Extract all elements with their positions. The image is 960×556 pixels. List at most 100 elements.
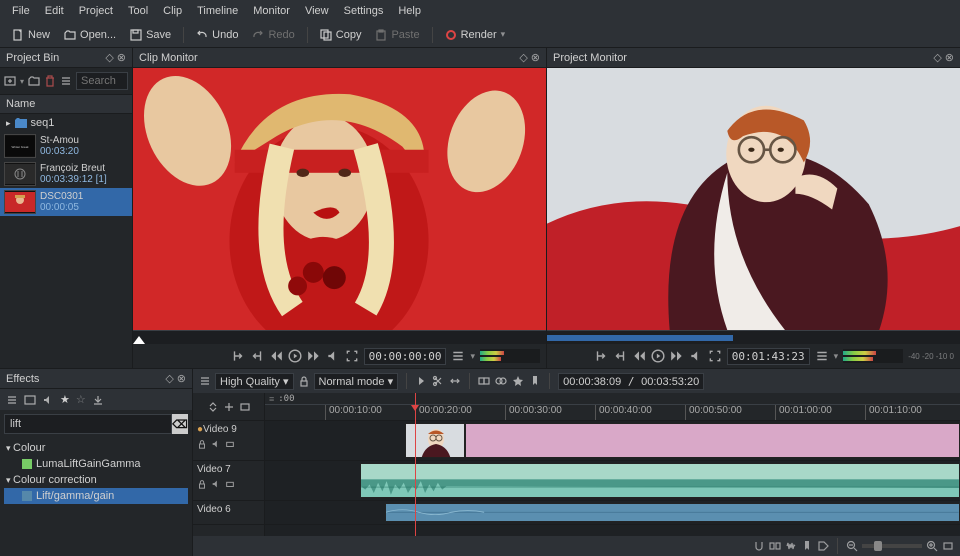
clip-monitor-scrubber[interactable] bbox=[133, 330, 546, 344]
mute-icon[interactable] bbox=[211, 479, 221, 489]
open-button[interactable]: Open... bbox=[58, 27, 122, 43]
delete-icon[interactable] bbox=[44, 75, 56, 87]
project-monitor-scrubber[interactable] bbox=[547, 330, 960, 344]
zoom-slider[interactable] bbox=[862, 544, 922, 548]
play-icon[interactable] bbox=[651, 349, 665, 363]
set-out-icon[interactable] bbox=[250, 349, 264, 363]
lock-icon[interactable] bbox=[298, 375, 310, 387]
track-lane[interactable]: Volume (keyframable) bbox=[265, 461, 960, 501]
track-tool-icon[interactable] bbox=[223, 401, 235, 413]
mix-icon[interactable] bbox=[495, 375, 507, 387]
menu-project[interactable]: Project bbox=[73, 3, 119, 19]
clip-monitor-view[interactable] bbox=[133, 68, 546, 330]
track-header[interactable]: Video 7 bbox=[193, 461, 264, 501]
menu-file[interactable]: File bbox=[6, 3, 36, 19]
lock-icon[interactable] bbox=[197, 479, 207, 489]
project-timecode[interactable]: 00:01:43:23 bbox=[727, 348, 810, 365]
main-effects-icon[interactable] bbox=[6, 394, 18, 406]
menu-tool[interactable]: Tool bbox=[122, 3, 154, 19]
track-lane[interactable] bbox=[265, 421, 960, 461]
chevron-down-icon[interactable]: ▾ bbox=[834, 351, 839, 362]
clear-search-icon[interactable]: ⌫ bbox=[172, 414, 188, 434]
menu-settings[interactable]: Settings bbox=[338, 3, 390, 19]
panel-close-icon[interactable]: ⊗ bbox=[117, 51, 126, 64]
bin-item[interactable]: DSC030100:00:05 bbox=[0, 188, 132, 216]
copy-button[interactable]: Copy bbox=[314, 27, 368, 43]
panel-float-icon[interactable]: ◇ bbox=[519, 51, 527, 64]
menu-view[interactable]: View bbox=[299, 3, 335, 19]
zoom-out-icon[interactable] bbox=[846, 540, 858, 552]
track-header[interactable]: ●Video 9 bbox=[193, 421, 264, 461]
waveforms-icon[interactable] bbox=[785, 540, 797, 552]
download-icon[interactable] bbox=[92, 394, 104, 406]
set-in-icon[interactable] bbox=[231, 349, 245, 363]
list-view-icon[interactable] bbox=[60, 75, 72, 87]
rewind-icon[interactable] bbox=[269, 349, 283, 363]
tool-spacer-icon[interactable] bbox=[449, 375, 461, 387]
timeline-tracks[interactable]: ≡ :00 00:00:10:00 00:00:20:00 00:00:30:0… bbox=[265, 393, 960, 536]
menu-monitor[interactable]: Monitor bbox=[247, 3, 296, 19]
panel-close-icon[interactable]: ⊗ bbox=[945, 51, 954, 64]
panel-float-icon[interactable]: ◇ bbox=[105, 51, 113, 64]
menu-icon[interactable] bbox=[451, 349, 465, 363]
timeline-clip[interactable] bbox=[405, 423, 465, 458]
bin-item[interactable]: Françoiz Breut00:03:39:12 [1] bbox=[0, 160, 132, 188]
markers-icon[interactable] bbox=[801, 540, 813, 552]
fullscreen-icon[interactable] bbox=[708, 349, 722, 363]
timeline-clip[interactable]: Volume (keyframable) bbox=[360, 463, 960, 498]
zoom-in-icon[interactable] bbox=[926, 540, 938, 552]
forward-icon[interactable] bbox=[670, 349, 684, 363]
clip-timecode[interactable]: 00:00:00:00 bbox=[364, 348, 447, 365]
timeline-menu-icon[interactable] bbox=[199, 375, 211, 387]
menu-edit[interactable]: Edit bbox=[39, 3, 70, 19]
fullscreen-icon[interactable] bbox=[345, 349, 359, 363]
track-lane[interactable] bbox=[265, 501, 960, 525]
bin-sequence-row[interactable]: ▸ seq1 bbox=[0, 114, 132, 132]
composition-icon[interactable] bbox=[478, 375, 490, 387]
bin-column-header[interactable]: Name bbox=[0, 94, 132, 114]
favorite-icon[interactable] bbox=[512, 375, 524, 387]
bin-item[interactable]: Winter break St-Amou00:03:20 bbox=[0, 132, 132, 160]
mute-icon[interactable] bbox=[211, 439, 221, 449]
save-button[interactable]: Save bbox=[124, 27, 177, 43]
expand-icon[interactable]: ▸ bbox=[6, 118, 11, 129]
menu-timeline[interactable]: Timeline bbox=[191, 3, 244, 19]
fit-zoom-icon[interactable] bbox=[942, 540, 954, 552]
set-out-icon[interactable] bbox=[613, 349, 627, 363]
snap-icon[interactable] bbox=[753, 540, 765, 552]
tool-razor-icon[interactable] bbox=[432, 375, 444, 387]
quality-select[interactable]: High Quality ▾ bbox=[215, 373, 294, 390]
project-monitor-view[interactable] bbox=[547, 68, 960, 330]
new-button[interactable]: New bbox=[6, 27, 56, 43]
timeline-ruler[interactable]: ≡ :00 00:00:10:00 00:00:20:00 00:00:30:0… bbox=[265, 393, 960, 421]
effect-item[interactable]: Lift/gamma/gain bbox=[4, 488, 188, 504]
track-header[interactable]: Video 6 bbox=[193, 501, 264, 525]
volume-icon[interactable] bbox=[689, 349, 703, 363]
panel-close-icon[interactable]: ⊗ bbox=[177, 372, 186, 385]
volume-icon[interactable] bbox=[326, 349, 340, 363]
expand-tracks-icon[interactable] bbox=[207, 401, 219, 413]
hide-icon[interactable] bbox=[225, 439, 235, 449]
video-effects-icon[interactable] bbox=[24, 394, 36, 406]
favorite-icon[interactable]: ★ bbox=[60, 393, 70, 406]
mode-select[interactable]: Normal mode ▾ bbox=[314, 373, 399, 390]
paste-button[interactable]: Paste bbox=[369, 27, 425, 43]
timeline-position[interactable]: 00:00:38:09 / 00:03:53:20 bbox=[558, 373, 704, 390]
thumbnails-icon[interactable] bbox=[769, 540, 781, 552]
zoom-fit-icon[interactable] bbox=[239, 401, 251, 413]
panel-close-icon[interactable]: ⊗ bbox=[531, 51, 540, 64]
forward-icon[interactable] bbox=[307, 349, 321, 363]
add-clip-icon[interactable] bbox=[4, 75, 16, 87]
chevron-down-icon[interactable]: ▾ bbox=[470, 351, 475, 362]
bin-search-input[interactable] bbox=[76, 72, 128, 90]
panel-float-icon[interactable]: ◇ bbox=[165, 372, 173, 385]
tool-select-icon[interactable] bbox=[415, 375, 427, 387]
hide-icon[interactable] bbox=[225, 479, 235, 489]
add-dropdown-icon[interactable]: ▾ bbox=[20, 77, 24, 86]
panel-float-icon[interactable]: ◇ bbox=[933, 51, 941, 64]
audio-effects-icon[interactable] bbox=[42, 394, 54, 406]
play-icon[interactable] bbox=[288, 349, 302, 363]
timeline-clip[interactable] bbox=[385, 503, 960, 522]
effect-item[interactable]: LumaLiftGainGamma bbox=[4, 456, 188, 472]
lock-icon[interactable] bbox=[197, 439, 207, 449]
